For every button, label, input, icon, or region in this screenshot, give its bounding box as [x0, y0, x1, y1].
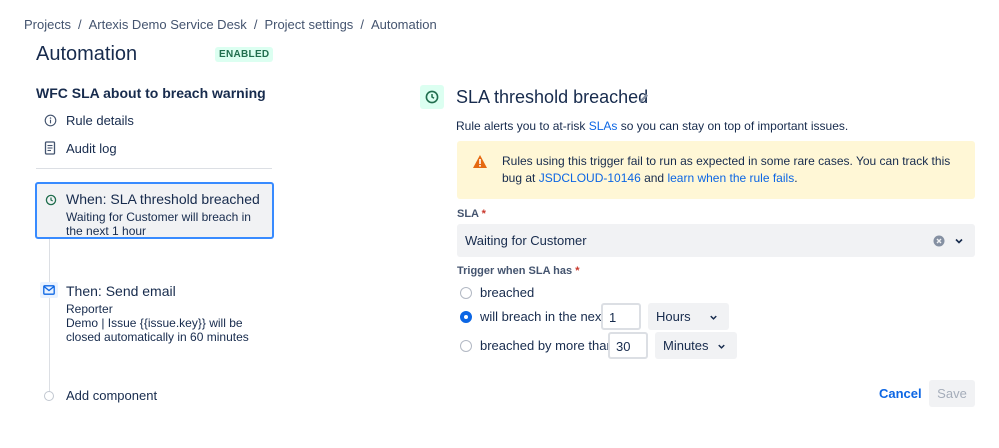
warning-icon [472, 154, 488, 170]
unit-select-value: Hours [656, 309, 691, 324]
required-asterisk: * [481, 208, 486, 220]
info-icon [42, 112, 58, 128]
sla-field-label: SLA * [457, 208, 486, 220]
will-breach-unit-select[interactable]: Hours [648, 303, 729, 330]
learn-rule-fails-link[interactable]: learn when the rule fails [667, 171, 794, 185]
page-title: Automation [36, 43, 138, 65]
chevron-down-icon [708, 311, 719, 322]
unit-select-value: Minutes [663, 338, 709, 353]
rule-details-link[interactable]: Rule details [42, 112, 134, 128]
action-step-recipient: Reporter [66, 302, 113, 316]
rule-details-label: Rule details [66, 112, 134, 128]
sla-label-text: SLA [457, 208, 479, 220]
radio-breached-by-more[interactable] [460, 339, 472, 352]
panel-description-suffix: so you can stay on top of important issu… [617, 119, 849, 133]
mail-icon [40, 282, 58, 298]
save-button[interactable]: Save [929, 380, 975, 407]
radio-will-breach-label: will breach in the next [480, 309, 606, 324]
warning-text-suffix: . [794, 171, 798, 185]
radio-breached[interactable] [460, 286, 472, 299]
audit-log-label: Audit log [66, 140, 117, 156]
add-component-button[interactable]: Add component [44, 388, 157, 403]
breadcrumb-project-settings[interactable]: Project settings [264, 17, 353, 32]
warning-text-middle: and [640, 171, 668, 185]
trigger-step-title: When: SLA threshold breached [66, 191, 260, 207]
radio-will-breach[interactable] [460, 310, 472, 323]
cancel-button[interactable]: Cancel [872, 380, 929, 406]
breadcrumb-separator: / [253, 17, 258, 32]
action-step-title: Then: Send email [66, 283, 176, 299]
trigger-step-description: Waiting for Customer will breach in the … [66, 210, 251, 238]
warning-banner: Rules using this trigger fail to run as … [457, 141, 975, 199]
add-component-label: Add component [66, 388, 158, 403]
clock-icon [420, 85, 444, 109]
clear-icon[interactable] [933, 234, 945, 247]
radio-option-breached-by-more[interactable]: breached by more than [460, 338, 614, 353]
divider [36, 168, 272, 169]
breadcrumb-separator: / [360, 17, 364, 32]
trigger-label-text: Trigger when SLA has [457, 265, 573, 277]
add-component-dot-icon [44, 390, 54, 401]
status-badge: ENABLED [215, 47, 274, 62]
trigger-field-label: Trigger when SLA has * [457, 265, 579, 277]
required-asterisk: * [575, 265, 580, 277]
action-step-subject: Demo | Issue {{issue.key}} will be [66, 316, 243, 330]
clock-icon [45, 193, 57, 206]
chevron-down-icon[interactable] [953, 234, 965, 246]
breached-by-number-input[interactable]: 30 [608, 332, 648, 359]
trigger-step-card[interactable]: When: SLA threshold breached Waiting for… [35, 182, 274, 239]
panel-title: SLA threshold breached [456, 87, 649, 107]
rule-name: WFC SLA about to breach warning [36, 85, 266, 101]
breached-by-unit-select[interactable]: Minutes [655, 332, 737, 359]
radio-option-breached[interactable]: breached [460, 285, 534, 300]
breadcrumb-separator: / [77, 17, 82, 32]
sla-select[interactable]: Waiting for Customer [457, 224, 975, 257]
breadcrumb-projects[interactable]: Projects [24, 17, 71, 32]
radio-breached-label: breached [480, 285, 535, 300]
breadcrumb-project[interactable]: Artexis Demo Service Desk [89, 17, 247, 32]
action-step-subject: closed automatically in 60 minutes [66, 330, 249, 344]
breadcrumb-automation[interactable]: Automation [371, 17, 437, 32]
audit-log-link[interactable]: Audit log [42, 140, 117, 156]
chevron-down-icon [716, 340, 727, 351]
document-icon [42, 140, 58, 156]
radio-breached-by-more-label: breached by more than [480, 338, 614, 353]
warning-text: Rules using this trigger fail to run as … [502, 153, 962, 187]
sla-select-value: Waiting for Customer [465, 233, 587, 248]
radio-option-will-breach[interactable]: will breach in the next [460, 309, 605, 324]
breadcrumb: Projects / Artexis Demo Service Desk / Proje… [24, 17, 437, 32]
panel-description: Rule alerts you to at-risk SLAs so you c… [456, 119, 848, 133]
panel-description-prefix: Rule alerts you to at-risk [456, 119, 589, 133]
slas-link[interactable]: SLAs [589, 119, 618, 133]
will-breach-number-input[interactable]: 1 [601, 303, 641, 330]
jsdcloud-issue-link[interactable]: JSDCLOUD-10146 [539, 171, 641, 185]
pencil-icon[interactable] [638, 91, 652, 105]
